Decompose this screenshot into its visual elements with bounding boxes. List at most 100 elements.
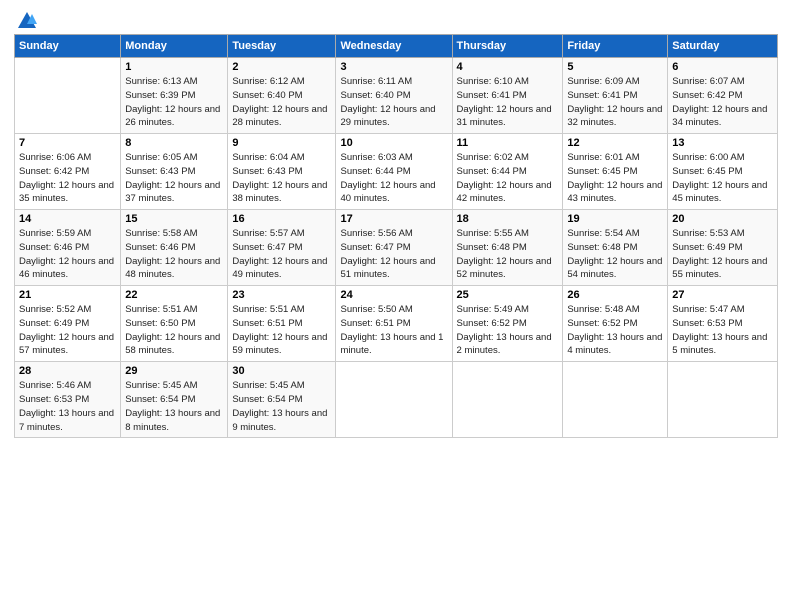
day-detail: Sunrise: 5:55 AMSunset: 6:48 PMDaylight:… xyxy=(457,227,559,282)
day-number: 19 xyxy=(567,213,663,225)
calendar-container: SundayMondayTuesdayWednesdayThursdayFrid… xyxy=(0,0,792,448)
calendar-cell: 2Sunrise: 6:12 AMSunset: 6:40 PMDaylight… xyxy=(228,58,336,134)
calendar-cell: 26 Sunrise: 5:48 AMSunset: 6:52 PMDayligh… xyxy=(563,286,668,362)
day-number: 10 xyxy=(340,137,447,149)
calendar-cell: 23Sunrise: 5:51 AMSunset: 6:51 PMDayligh… xyxy=(228,286,336,362)
col-header-wednesday: Wednesday xyxy=(336,35,452,58)
logo-icon xyxy=(16,10,38,32)
day-detail: Sunrise: 6:10 AMSunset: 6:41 PMDaylight:… xyxy=(457,75,559,130)
day-number: 20 xyxy=(672,213,773,225)
calendar-cell: 1Sunrise: 6:13 AMSunset: 6:39 PMDaylight… xyxy=(121,58,228,134)
day-number: 14 xyxy=(19,213,116,225)
day-detail: Sunrise: 6:02 AMSunset: 6:44 PMDaylight:… xyxy=(457,151,559,206)
day-number: 21 xyxy=(19,289,116,301)
day-detail: Sunrise: 6:11 AMSunset: 6:40 PMDaylight:… xyxy=(340,75,447,130)
day-number: 25 xyxy=(457,289,559,301)
calendar-cell: 27 Sunrise: 5:47 AMSunset: 6:53 PMDayligh… xyxy=(668,286,778,362)
day-number: 8 xyxy=(125,137,223,149)
calendar-cell: 20 Sunrise: 5:53 AMSunset: 6:49 PMDayligh… xyxy=(668,210,778,286)
calendar-cell: 10 Sunrise: 6:03 AMSunset: 6:44 PMDayligh… xyxy=(336,134,452,210)
day-detail: Sunrise: 5:54 AMSunset: 6:48 PMDaylight:… xyxy=(567,227,663,282)
day-detail: Sunrise: 6:03 AMSunset: 6:44 PMDaylight:… xyxy=(340,151,447,206)
calendar-cell: 28 Sunrise: 5:46 AMSunset: 6:53 PMDayligh… xyxy=(15,362,121,438)
calendar-cell: 3 Sunrise: 6:11 AMSunset: 6:40 PMDaylight… xyxy=(336,58,452,134)
day-detail: Sunrise: 6:12 AMSunset: 6:40 PMDaylight:… xyxy=(232,75,331,130)
day-number: 26 xyxy=(567,289,663,301)
day-number: 12 xyxy=(567,137,663,149)
day-detail: Sunrise: 5:46 AMSunset: 6:53 PMDaylight:… xyxy=(19,379,116,434)
day-detail: Sunrise: 5:58 AMSunset: 6:46 PMDaylight:… xyxy=(125,227,223,282)
calendar-cell: 25 Sunrise: 5:49 AMSunset: 6:52 PMDayligh… xyxy=(452,286,563,362)
day-detail: Sunrise: 6:00 AMSunset: 6:45 PMDaylight:… xyxy=(672,151,773,206)
calendar-week-2: 7 Sunrise: 6:06 AMSunset: 6:42 PMDaylight… xyxy=(15,134,778,210)
calendar-cell: 6 Sunrise: 6:07 AMSunset: 6:42 PMDaylight… xyxy=(668,58,778,134)
day-number: 3 xyxy=(340,61,447,73)
calendar-cell: 17 Sunrise: 5:56 AMSunset: 6:47 PMDayligh… xyxy=(336,210,452,286)
calendar-cell: 21 Sunrise: 5:52 AMSunset: 6:49 PMDayligh… xyxy=(15,286,121,362)
calendar-cell: 30Sunrise: 5:45 AMSunset: 6:54 PMDayligh… xyxy=(228,362,336,438)
col-header-thursday: Thursday xyxy=(452,35,563,58)
calendar-week-4: 21 Sunrise: 5:52 AMSunset: 6:49 PMDayligh… xyxy=(15,286,778,362)
day-detail: Sunrise: 6:01 AMSunset: 6:45 PMDaylight:… xyxy=(567,151,663,206)
day-detail: Sunrise: 5:45 AMSunset: 6:54 PMDaylight:… xyxy=(125,379,223,434)
calendar-cell: 13 Sunrise: 6:00 AMSunset: 6:45 PMDayligh… xyxy=(668,134,778,210)
day-detail: Sunrise: 5:56 AMSunset: 6:47 PMDaylight:… xyxy=(340,227,447,282)
header-row xyxy=(14,10,778,28)
day-number: 18 xyxy=(457,213,559,225)
calendar-cell: 4Sunrise: 6:10 AMSunset: 6:41 PMDaylight… xyxy=(452,58,563,134)
calendar-cell: 24 Sunrise: 5:50 AMSunset: 6:51 PMDayligh… xyxy=(336,286,452,362)
day-number: 27 xyxy=(672,289,773,301)
day-detail: Sunrise: 5:51 AMSunset: 6:50 PMDaylight:… xyxy=(125,303,223,358)
calendar-cell: 12 Sunrise: 6:01 AMSunset: 6:45 PMDayligh… xyxy=(563,134,668,210)
day-number: 15 xyxy=(125,213,223,225)
calendar-cell: 7 Sunrise: 6:06 AMSunset: 6:42 PMDaylight… xyxy=(15,134,121,210)
day-detail: Sunrise: 5:53 AMSunset: 6:49 PMDaylight:… xyxy=(672,227,773,282)
day-detail: Sunrise: 6:07 AMSunset: 6:42 PMDaylight:… xyxy=(672,75,773,130)
day-number: 16 xyxy=(232,213,331,225)
day-detail: Sunrise: 5:57 AMSunset: 6:47 PMDaylight:… xyxy=(232,227,331,282)
calendar-cell: 19 Sunrise: 5:54 AMSunset: 6:48 PMDayligh… xyxy=(563,210,668,286)
calendar-cell: 11 Sunrise: 6:02 AMSunset: 6:44 PMDayligh… xyxy=(452,134,563,210)
day-detail: Sunrise: 5:59 AMSunset: 6:46 PMDaylight:… xyxy=(19,227,116,282)
calendar-cell xyxy=(668,362,778,438)
day-detail: Sunrise: 6:09 AMSunset: 6:41 PMDaylight:… xyxy=(567,75,663,130)
day-detail: Sunrise: 5:50 AMSunset: 6:51 PMDaylight:… xyxy=(340,303,447,358)
day-detail: Sunrise: 5:47 AMSunset: 6:53 PMDaylight:… xyxy=(672,303,773,358)
day-number: 1 xyxy=(125,61,223,73)
day-detail: Sunrise: 5:52 AMSunset: 6:49 PMDaylight:… xyxy=(19,303,116,358)
day-number: 24 xyxy=(340,289,447,301)
calendar-week-3: 14 Sunrise: 5:59 AMSunset: 6:46 PMDayligh… xyxy=(15,210,778,286)
day-detail: Sunrise: 6:05 AMSunset: 6:43 PMDaylight:… xyxy=(125,151,223,206)
calendar-cell: 5 Sunrise: 6:09 AMSunset: 6:41 PMDaylight… xyxy=(563,58,668,134)
day-number: 29 xyxy=(125,365,223,377)
calendar-cell: 14 Sunrise: 5:59 AMSunset: 6:46 PMDayligh… xyxy=(15,210,121,286)
day-number: 7 xyxy=(19,137,116,149)
day-detail: Sunrise: 5:48 AMSunset: 6:52 PMDaylight:… xyxy=(567,303,663,358)
logo-block xyxy=(14,10,38,28)
day-detail: Sunrise: 6:04 AMSunset: 6:43 PMDaylight:… xyxy=(232,151,331,206)
day-number: 28 xyxy=(19,365,116,377)
calendar-cell: 29 Sunrise: 5:45 AMSunset: 6:54 PMDayligh… xyxy=(121,362,228,438)
day-detail: Sunrise: 6:06 AMSunset: 6:42 PMDaylight:… xyxy=(19,151,116,206)
calendar-cell: 15 Sunrise: 5:58 AMSunset: 6:46 PMDayligh… xyxy=(121,210,228,286)
calendar-week-1: 1Sunrise: 6:13 AMSunset: 6:39 PMDaylight… xyxy=(15,58,778,134)
calendar-cell xyxy=(452,362,563,438)
calendar-cell xyxy=(563,362,668,438)
logo xyxy=(14,10,38,28)
col-header-saturday: Saturday xyxy=(668,35,778,58)
day-detail: Sunrise: 5:49 AMSunset: 6:52 PMDaylight:… xyxy=(457,303,559,358)
day-number: 23 xyxy=(232,289,331,301)
header-row-days: SundayMondayTuesdayWednesdayThursdayFrid… xyxy=(15,35,778,58)
day-number: 9 xyxy=(232,137,331,149)
day-number: 17 xyxy=(340,213,447,225)
calendar-cell xyxy=(15,58,121,134)
day-number: 11 xyxy=(457,137,559,149)
day-number: 30 xyxy=(232,365,331,377)
day-number: 5 xyxy=(567,61,663,73)
day-number: 6 xyxy=(672,61,773,73)
calendar-cell: 18 Sunrise: 5:55 AMSunset: 6:48 PMDayligh… xyxy=(452,210,563,286)
calendar-cell: 16 Sunrise: 5:57 AMSunset: 6:47 PMDayligh… xyxy=(228,210,336,286)
col-header-sunday: Sunday xyxy=(15,35,121,58)
day-number: 22 xyxy=(125,289,223,301)
day-number: 13 xyxy=(672,137,773,149)
